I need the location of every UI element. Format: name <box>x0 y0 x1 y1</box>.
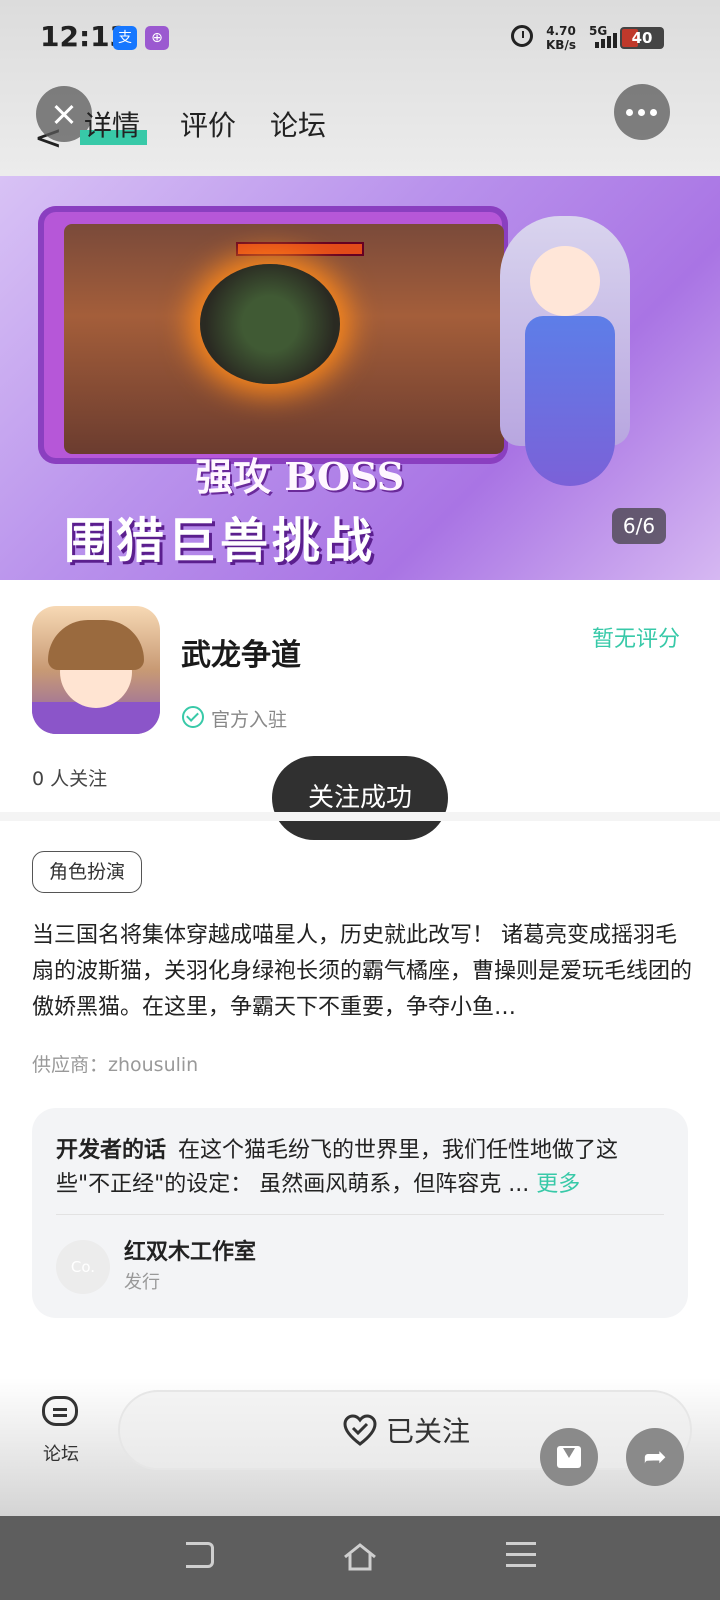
share-icon[interactable]: ➦ <box>626 1428 684 1486</box>
genre-tag[interactable]: 角色扮演 <box>32 851 142 893</box>
section-divider <box>0 812 720 821</box>
status-bar: 12:13 支 ⊕ 4.70 KB/s 5G 40 <box>0 0 720 76</box>
more-options-button[interactable] <box>614 84 670 140</box>
follow-button-label: 已关注 <box>386 1415 471 1448</box>
boss-health-bar <box>236 242 364 256</box>
nav-menu-icon[interactable] <box>506 1542 536 1568</box>
rating-status[interactable]: 暂无评分 <box>592 621 680 653</box>
alarm-icon <box>511 25 533 47</box>
app-title: 武龙争道 <box>181 638 301 673</box>
follow-success-toast: 关注成功 <box>272 756 448 840</box>
top-header-area: 12:13 支 ⊕ 4.70 KB/s 5G 40 < 详情 评价 论坛 <box>0 0 720 176</box>
network-speed-unit: KB/s <box>546 38 576 52</box>
forum-label[interactable]: 论坛 <box>43 1440 79 1466</box>
follow-button[interactable]: 已关注 <box>118 1390 692 1470</box>
alipay-notification-icon: 支 <box>113 26 137 50</box>
forum-chat-icon[interactable] <box>42 1396 78 1426</box>
app-icon <box>32 606 160 734</box>
supplier-info: 供应商：zhousulin <box>32 1054 199 1076</box>
banner-tagline: 围猎巨兽挑战 <box>64 513 377 569</box>
download-icon[interactable] <box>540 1428 598 1486</box>
nav-home-icon[interactable] <box>342 1542 378 1572</box>
bottom-action-bar: 论坛 已关注 ➦ <box>0 1378 720 1516</box>
card-divider <box>56 1214 664 1215</box>
follower-count: 0 人关注 <box>32 768 108 790</box>
studio-name[interactable]: 红双木工作室 <box>124 1234 256 1266</box>
verified-label: 官方入驻 <box>211 709 288 731</box>
studio-role: 发行 <box>124 1272 160 1293</box>
developer-card[interactable]: 开发者的话 在这个猫毛纷飞的世界里，我们任性地做了这些"不正经"的设定： 虽然画风… <box>32 1108 688 1318</box>
network-speed: 4.70 KB/s <box>546 24 576 52</box>
tab-reviews[interactable]: 评价 <box>180 104 236 144</box>
banner-headline: 强攻 BOSS <box>195 454 405 499</box>
nav-back-icon[interactable] <box>186 1542 214 1568</box>
heart-check-icon <box>343 1414 377 1446</box>
battery-icon: 40 <box>620 27 664 49</box>
anime-character-image <box>470 206 670 536</box>
network-speed-value: 4.70 <box>546 24 576 38</box>
system-navigation-bar <box>0 1516 720 1600</box>
developer-words: 开发者的话 在这个猫毛纷飞的世界里，我们任性地做了这些"不正经"的设定： 虽然画风… <box>56 1134 666 1202</box>
more-link[interactable]: 更多 <box>536 1172 580 1197</box>
studio-avatar[interactable]: Co. <box>56 1240 110 1294</box>
developer-words-heading: 开发者的话 <box>56 1138 167 1163</box>
boss-monster-image <box>200 264 340 384</box>
app-notification-icon: ⊕ <box>145 26 169 50</box>
tab-forum[interactable]: 论坛 <box>270 104 326 144</box>
signal-icon <box>591 28 621 48</box>
verified-check-icon <box>182 706 204 728</box>
battery-level: 40 <box>631 29 653 47</box>
tab-details[interactable]: 详情 <box>84 104 140 144</box>
game-description[interactable]: 当三国名将集体穿越成喵星人，历史就此改写！ 诸葛亮变成摇羽毛扇的波斯猫，关羽化身… <box>32 918 692 1026</box>
banner-page-counter: 6/6 <box>612 508 666 544</box>
